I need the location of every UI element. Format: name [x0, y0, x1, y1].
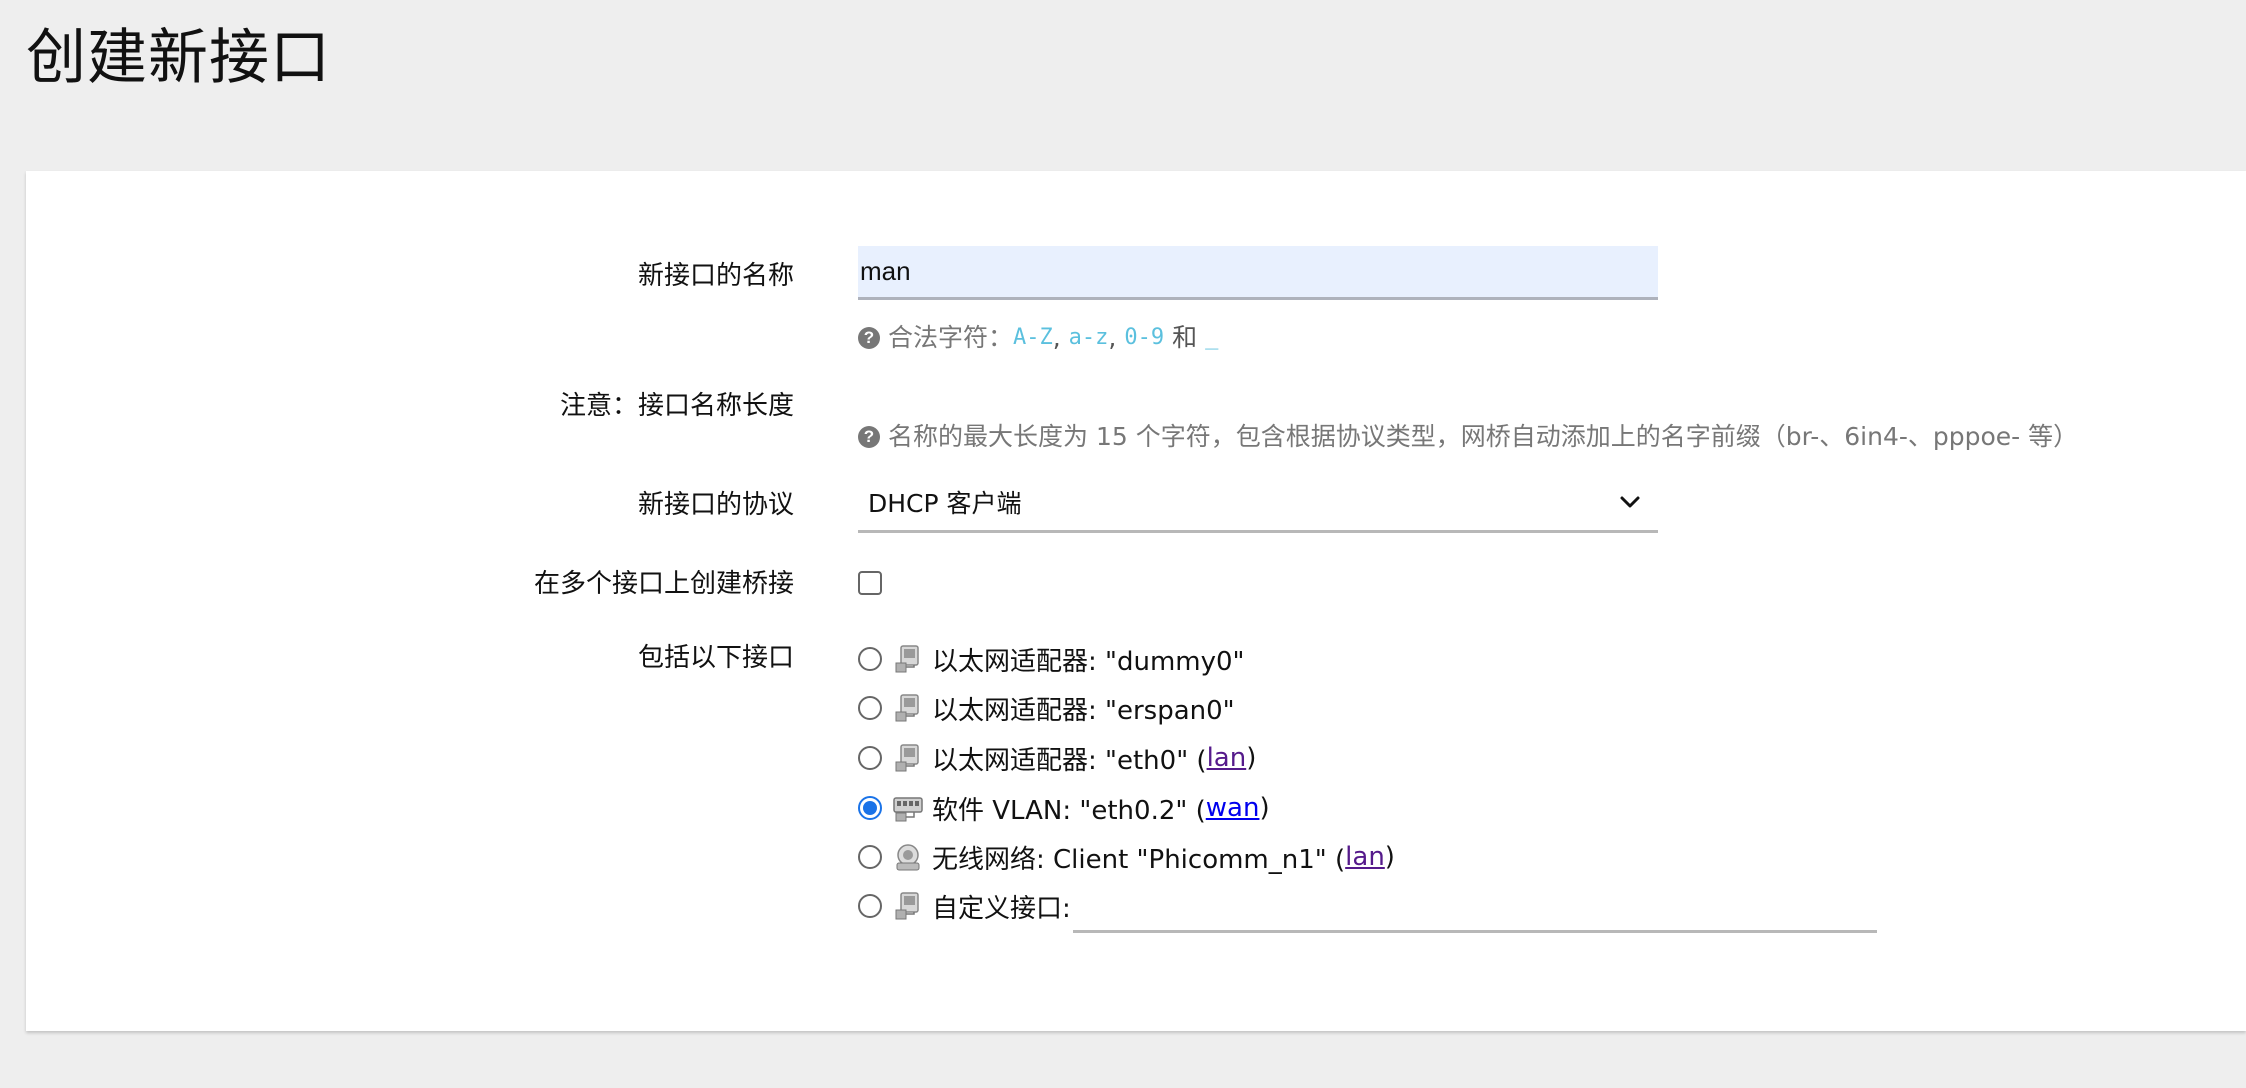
interface-radio-selected[interactable]: [858, 796, 882, 820]
interface-option-suffix: ): [1259, 793, 1270, 823]
interface-name-input[interactable]: [858, 246, 1658, 300]
ethernet-icon: [895, 892, 919, 920]
hint-underscore: _: [1205, 325, 1219, 350]
question-icon: ?: [858, 426, 880, 448]
hint-and: 和: [1172, 323, 1198, 352]
create-interface-panel: 新接口的名称 ? 合法字符： A-Z, a-z, 0-9 和 _ 注意：接口名称…: [26, 171, 2246, 1031]
page-title: 创建新接口: [26, 23, 331, 93]
question-icon: ?: [858, 327, 880, 349]
interface-radio[interactable]: [858, 845, 882, 869]
custom-interface-input[interactable]: [1073, 894, 1877, 933]
interface-option-text: 自定义接口:: [932, 893, 1071, 924]
note-label: 注意：接口名称长度: [559, 391, 794, 421]
vlan-switch-icon: [893, 797, 923, 822]
interface-option-text: 软件 VLAN: "eth0.2" (: [932, 795, 1206, 826]
interface-option-erspan0[interactable]: 以太网适配器: "erspan0": [858, 688, 1235, 728]
name-hint: ? 合法字符： A-Z, a-z, 0-9 和 _: [858, 321, 1218, 355]
chevron-down-icon: [1620, 496, 1640, 508]
protocol-selected-value: DHCP 客户端: [868, 489, 1022, 518]
interface-radio[interactable]: [858, 696, 882, 720]
interface-option-suffix: ): [1246, 743, 1257, 773]
network-link-wan[interactable]: wan: [1206, 793, 1260, 823]
ethernet-icon: [895, 694, 919, 722]
network-link-lan[interactable]: lan: [1207, 743, 1247, 773]
name-label: 新接口的名称: [637, 261, 794, 291]
interfaces-label: 包括以下接口: [637, 643, 794, 673]
interface-option-suffix: ): [1384, 842, 1395, 872]
interface-option-dummy0[interactable]: 以太网适配器: "dummy0": [858, 639, 1245, 679]
interface-radio[interactable]: [858, 746, 882, 770]
interface-option-text: 以太网适配器: "erspan0": [932, 695, 1235, 726]
interface-option-eth0-2[interactable]: 软件 VLAN: "eth0.2" (wan): [858, 788, 1270, 828]
interface-option-text: 以太网适配器: "dummy0": [932, 646, 1245, 677]
hint-char-digits: 0-9: [1124, 325, 1165, 350]
interface-option-phicomm-n1[interactable]: 无线网络: Client "Phicomm_n1" (lan): [858, 837, 1395, 877]
interface-radio[interactable]: [858, 647, 882, 671]
protocol-select[interactable]: DHCP 客户端: [858, 478, 1658, 533]
interface-radio[interactable]: [858, 894, 882, 918]
ethernet-icon: [895, 645, 919, 673]
hint-char-az-upper: A-Z: [1013, 325, 1053, 350]
protocol-label: 新接口的协议: [637, 490, 794, 520]
ethernet-icon: [895, 744, 919, 772]
network-link-lan[interactable]: lan: [1345, 842, 1385, 872]
length-hint-text: 名称的最大长度为 15 个字符，包含根据协议类型，网桥自动添加上的名字前缀（br…: [888, 422, 2079, 451]
interface-option-custom[interactable]: 自定义接口:: [858, 886, 1071, 926]
interface-option-eth0[interactable]: 以太网适配器: "eth0" (lan): [858, 738, 1256, 778]
bridge-label: 在多个接口上创建桥接: [533, 569, 794, 599]
interface-option-text: 无线网络: Client "Phicomm_n1" (: [932, 844, 1346, 875]
interface-option-text: 以太网适配器: "eth0" (: [932, 745, 1207, 776]
length-hint: ? 名称的最大长度为 15 个字符，包含根据协议类型，网桥自动添加上的名字前缀（…: [858, 420, 2078, 454]
hint-char-az-lower: a-z: [1068, 325, 1109, 350]
wireless-icon: [896, 844, 920, 871]
bridge-checkbox[interactable]: [858, 571, 882, 595]
hint-prefix: 合法字符：: [888, 323, 1014, 352]
